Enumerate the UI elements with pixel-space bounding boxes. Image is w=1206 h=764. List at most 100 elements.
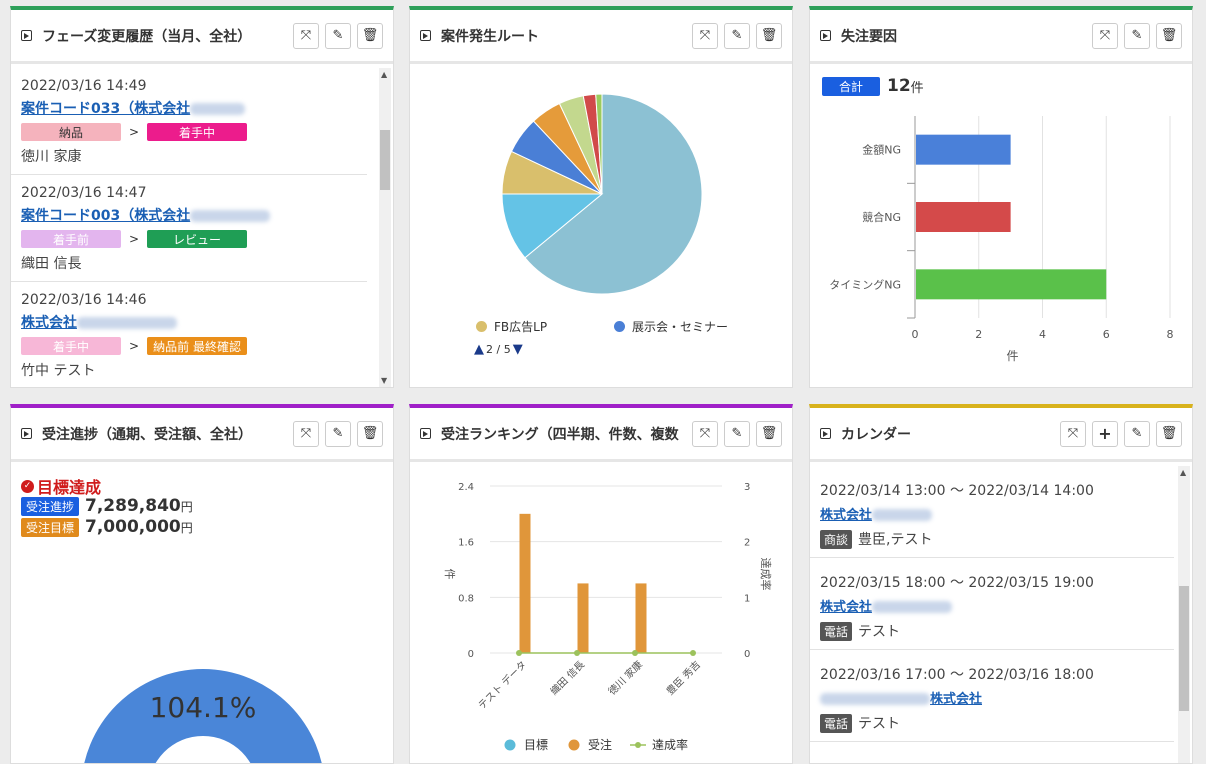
expand-button[interactable]: ⤧ — [692, 420, 718, 447]
pie-legend-item[interactable]: FB広告LP — [476, 318, 547, 335]
panel-lost-reason: 失注要因 ⤧ ✎ 🗑 合計 12 件 0 2 4 6 8 金額NG 競合NG タイミングNG 件 — [809, 6, 1193, 388]
lost-reason-body: 合計 12 件 0 2 4 6 8 金額NG 競合NG タイミングNG 件 — [810, 68, 1192, 387]
expand-button[interactable]: ⤧ — [1092, 22, 1118, 49]
y2-tick-label: 3 — [744, 482, 750, 493]
pager-next-icon[interactable]: ▼ — [513, 342, 523, 357]
project-link[interactable]: 案件コード033（株式会社 — [21, 101, 190, 117]
scroll-up-icon[interactable]: ▲ — [1180, 468, 1186, 477]
trash-icon: 🗑 — [361, 426, 379, 441]
currency-unit: 円 — [180, 520, 193, 535]
line-point — [690, 650, 696, 656]
check-circle-icon: ✓ — [21, 479, 34, 493]
scrollbar-thumb[interactable] — [1179, 586, 1189, 711]
panel-toggle-icon[interactable] — [21, 30, 32, 41]
expand-button[interactable]: ⤧ — [293, 22, 319, 49]
edit-button[interactable]: ✎ — [1124, 22, 1150, 49]
chevron-right-icon: > — [129, 339, 140, 353]
event-category-badge: 電話 — [820, 622, 853, 641]
ranking-body: 0 0.8 1.6 2.4 0 1 2 3 件達成率 テスト データ 織田 信長 徳川 家康 豊臣 秀吉… — [410, 466, 792, 763]
edit-button[interactable]: ✎ — [724, 22, 750, 49]
event-link[interactable]: 株式会社 — [930, 692, 982, 707]
y2-axis-label: 達成率 — [759, 558, 773, 591]
legend-pager: ▲ 2 / 5 ▼ — [474, 342, 523, 357]
delete-button[interactable]: 🗑 — [756, 22, 782, 49]
panel-title: フェーズ変更履歴（当月、全社） — [42, 28, 252, 45]
delete-button[interactable]: 🗑 — [756, 420, 782, 447]
delete-button[interactable]: 🗑 — [357, 420, 383, 447]
panel-toggle-icon[interactable] — [820, 428, 831, 439]
y-tick-label: 0.8 — [458, 593, 474, 604]
chevron-right-icon: > — [129, 125, 140, 139]
total-value: 12 — [887, 76, 911, 96]
target-value: 7,000,000 — [85, 517, 181, 537]
legend-marker — [504, 739, 516, 751]
edit-button[interactable]: ✎ — [724, 420, 750, 447]
x-tick-label: 2 — [975, 328, 982, 341]
panel-toggle-icon[interactable] — [820, 30, 831, 41]
bar — [635, 583, 647, 653]
delete-button[interactable]: 🗑 — [1156, 22, 1182, 49]
legend-marker — [568, 739, 580, 751]
panel-header: カレンダー ⤧ + ✎ 🗑 — [810, 408, 1192, 462]
trash-icon: 🗑 — [361, 28, 379, 43]
expand-button[interactable]: ⤧ — [692, 22, 718, 49]
event-attendees: テスト — [858, 624, 901, 640]
edit-button[interactable]: ✎ — [325, 420, 351, 447]
list-item: 2022/03/16 14:46 株式会社 着手中 > 納品前 最終確認 竹中 … — [11, 282, 367, 387]
phase-to-badge: レビュー — [147, 230, 248, 248]
legend-dot — [614, 321, 625, 332]
bar — [916, 134, 1011, 165]
pager-prev-icon[interactable]: ▲ — [474, 342, 484, 357]
expand-icon: ⤧ — [699, 426, 711, 441]
project-link[interactable]: 株式会社 — [21, 315, 77, 331]
x-tick-label: 織田 信長 — [547, 658, 587, 698]
panel-toggle-icon[interactable] — [420, 428, 431, 439]
add-event-button[interactable]: + — [1092, 420, 1118, 447]
y-tick-label: 金額NG — [862, 143, 901, 157]
expand-button[interactable]: ⤧ — [293, 420, 319, 447]
expand-icon: ⤧ — [300, 28, 312, 43]
timestamp: 2022/03/16 14:47 — [21, 185, 147, 201]
y2-tick-label: 2 — [744, 538, 750, 549]
event-link[interactable]: 株式会社 — [820, 600, 872, 615]
event-category-badge: 電話 — [820, 714, 853, 733]
panel-header: フェーズ変更履歴（当月、全社） ⤧ ✎ 🗑 — [11, 10, 393, 64]
event-link[interactable]: 株式会社 — [820, 508, 872, 523]
panel-title: 受注ランキング（四半期、件数、複数 — [441, 426, 679, 443]
scrollbar-thumb[interactable] — [380, 130, 390, 190]
panel-toggle-icon[interactable] — [21, 428, 32, 439]
panel-ranking: 受注ランキング（四半期、件数、複数 ⤧ ✎ 🗑 0 0.8 1.6 2.4 0 1 2 3 件達… — [409, 404, 793, 764]
panel-header: 案件発生ルート ⤧ ✎ 🗑 — [410, 10, 792, 64]
phase-from-badge: 納品 — [21, 123, 121, 141]
order-progress-body: ✓ 目標達成 受注進捗 7,289,840 円 受注目標 7,000,000 円… — [11, 466, 393, 763]
panel-phase-history: フェーズ変更履歴（当月、全社） ⤧ ✎ 🗑 2022/03/16 14:49 案… — [10, 6, 394, 388]
expand-button[interactable]: ⤧ — [1060, 420, 1086, 447]
bar — [519, 513, 531, 653]
masked-text — [190, 209, 271, 222]
target-badge: 受注目標 — [21, 517, 80, 537]
scroll-down-icon[interactable]: ▼ — [381, 376, 387, 385]
edit-button[interactable]: ✎ — [325, 22, 351, 49]
gauge-label: 104.1% — [150, 691, 257, 724]
masked-text — [190, 102, 246, 115]
event-time: 2022/03/15 18:00 〜 2022/03/15 19:00 — [820, 575, 1094, 591]
phase-from-badge: 着手中 — [21, 337, 121, 355]
masked-text — [77, 316, 177, 329]
scrollbar[interactable]: ▲ ▼ — [379, 68, 391, 387]
event-category-badge: 商談 — [820, 530, 853, 549]
scrollbar[interactable]: ▲ — [1178, 466, 1190, 763]
delete-button[interactable]: 🗑 — [357, 22, 383, 49]
expand-icon: ⤧ — [300, 426, 312, 441]
pencil-icon: ✎ — [731, 426, 743, 441]
scroll-up-icon[interactable]: ▲ — [381, 70, 387, 79]
pie-legend-item[interactable]: 展示会・セミナー — [614, 318, 728, 335]
delete-button[interactable]: 🗑 — [1156, 420, 1182, 447]
panel-title: 案件発生ルート — [441, 28, 539, 45]
edit-button[interactable]: ✎ — [1124, 420, 1150, 447]
x-tick-label: 8 — [1167, 328, 1174, 341]
goal-achieved: ✓ 目標達成 — [21, 474, 101, 498]
project-link[interactable]: 案件コード003（株式会社 — [21, 208, 190, 224]
pencil-icon: ✎ — [332, 28, 344, 43]
panel-header: 受注ランキング（四半期、件数、複数 ⤧ ✎ 🗑 — [410, 408, 792, 462]
panel-toggle-icon[interactable] — [420, 30, 431, 41]
